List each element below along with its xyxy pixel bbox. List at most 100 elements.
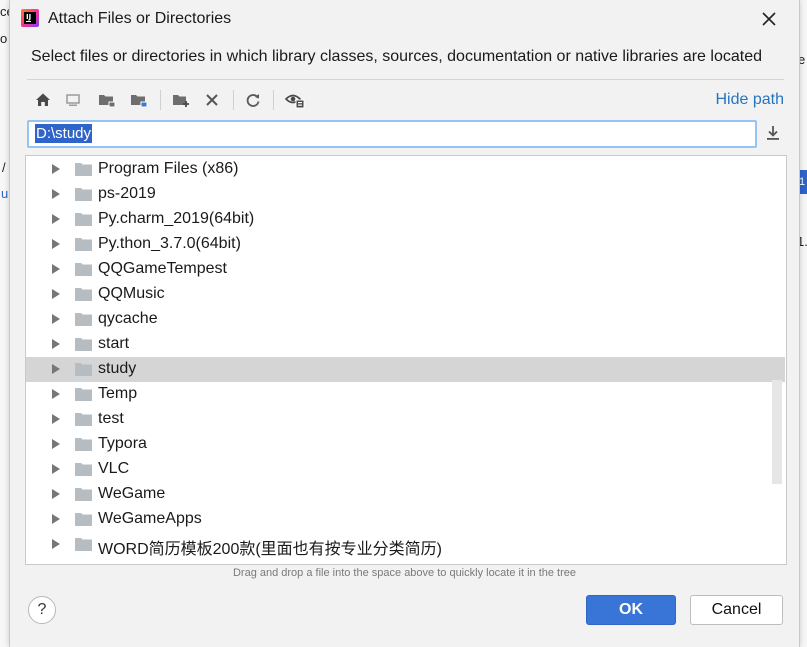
project-directory-button[interactable] xyxy=(95,88,119,112)
folder-icon xyxy=(75,313,92,326)
tree-item[interactable]: Program Files (x86) xyxy=(26,157,785,182)
tree-item[interactable]: qycache xyxy=(26,307,785,332)
expand-arrow-icon[interactable] xyxy=(52,314,60,324)
expand-arrow-icon[interactable] xyxy=(52,264,60,274)
show-hidden-icon xyxy=(285,94,305,109)
tree-item[interactable]: WeGameApps xyxy=(26,507,785,532)
tree-item[interactable]: WORD简历模板200款(里面也有按专业分类简历) xyxy=(26,532,785,558)
download-path-button[interactable] xyxy=(764,124,786,146)
tree-item[interactable]: Py.thon_3.7.0(64bit) xyxy=(26,232,785,257)
home-button[interactable] xyxy=(31,88,55,112)
tree-scrollbar-thumb[interactable] xyxy=(772,380,782,484)
path-input-value: D:\study xyxy=(35,124,93,143)
desktop-icon xyxy=(66,94,80,106)
tree-item-label: WORD简历模板200款(里面也有按专业分类简历) xyxy=(98,541,443,558)
toolbar-separator xyxy=(233,90,234,110)
background-text-fragment: / xyxy=(2,160,6,175)
folder-icon xyxy=(75,188,92,201)
expand-arrow-icon[interactable] xyxy=(52,339,60,349)
hide-path-link[interactable]: Hide path xyxy=(716,91,785,109)
tree-item-label: Py.thon_3.7.0(64bit) xyxy=(98,235,241,252)
tree-item-label: Program Files (x86) xyxy=(98,160,239,177)
expand-arrow-icon[interactable] xyxy=(52,364,60,374)
background-badge: 1 xyxy=(799,170,807,194)
close-icon xyxy=(762,12,776,26)
drag-drop-hint: Drag and drop a file into the space abov… xyxy=(232,567,577,579)
download-icon xyxy=(767,126,779,140)
title-bar[interactable]: IJ Attach Files or Directories xyxy=(10,0,799,38)
tree-item-label: Temp xyxy=(98,385,138,402)
tree-item-label: ps-2019 xyxy=(98,185,156,202)
refresh-button[interactable] xyxy=(241,88,265,112)
expand-arrow-icon[interactable] xyxy=(52,189,60,199)
tree-item-label: QQGameTempest xyxy=(98,260,227,277)
directory-tree[interactable]: Program Files (x86) ps-2019 Py.charm_2019(… xyxy=(25,155,787,565)
folder-icon xyxy=(75,213,92,226)
cancel-button[interactable]: Cancel xyxy=(690,595,783,625)
expand-arrow-icon[interactable] xyxy=(52,164,60,174)
dialog-title: Attach Files or Directories xyxy=(48,10,232,27)
folder-icon xyxy=(75,388,92,401)
expand-arrow-icon[interactable] xyxy=(52,239,60,249)
tree-item[interactable]: Typora xyxy=(26,432,785,457)
background-text-fragment: o xyxy=(0,31,8,46)
expand-arrow-icon[interactable] xyxy=(52,464,60,474)
folder-icon xyxy=(75,263,92,276)
refresh-icon xyxy=(246,94,260,107)
separator xyxy=(27,79,784,80)
expand-arrow-icon[interactable] xyxy=(52,414,60,424)
folder-icon xyxy=(75,538,92,551)
tree-item[interactable]: ps-2019 xyxy=(26,182,785,207)
close-button[interactable] xyxy=(758,8,780,30)
intellij-app-icon: IJ xyxy=(21,9,39,27)
tree-item-label: VLC xyxy=(98,460,130,477)
new-folder-icon xyxy=(173,95,189,107)
delete-button[interactable] xyxy=(200,88,224,112)
expand-arrow-icon[interactable] xyxy=(52,214,60,224)
folder-icon xyxy=(75,338,92,351)
folder-icon xyxy=(75,238,92,251)
desktop-button[interactable] xyxy=(61,88,85,112)
module-directory-button[interactable] xyxy=(127,88,151,112)
ok-button[interactable]: OK xyxy=(586,595,676,625)
tree-item-label: test xyxy=(98,410,124,427)
dialog-description: Select files or directories in which lib… xyxy=(31,48,762,65)
folder-icon xyxy=(75,413,92,426)
tree-item[interactable]: QQMusic xyxy=(26,282,785,307)
tree-item[interactable]: study xyxy=(26,357,785,382)
tree-item[interactable]: test xyxy=(26,407,785,432)
expand-arrow-icon[interactable] xyxy=(52,389,60,399)
expand-arrow-icon[interactable] xyxy=(52,514,60,524)
expand-arrow-icon[interactable] xyxy=(52,539,60,549)
help-button[interactable]: ? xyxy=(28,596,56,624)
folder-icon xyxy=(75,363,92,376)
tree-item[interactable]: QQGameTempest xyxy=(26,257,785,282)
toolbar-separator xyxy=(273,90,274,110)
tree-item-label: study xyxy=(98,360,137,377)
tree-item[interactable]: VLC xyxy=(26,457,785,482)
folder-icon xyxy=(75,463,92,476)
tree-item[interactable]: WeGame xyxy=(26,482,785,507)
folder-icon xyxy=(75,488,92,501)
expand-arrow-icon[interactable] xyxy=(52,439,60,449)
tree-item[interactable]: Py.charm_2019(64bit) xyxy=(26,207,785,232)
folder-icon xyxy=(75,288,92,301)
folder-icon xyxy=(75,163,92,176)
show-hidden-button[interactable] xyxy=(283,88,307,112)
tree-item[interactable]: Temp xyxy=(26,382,785,407)
tree-item[interactable]: start xyxy=(26,332,785,357)
tree-item-label: start xyxy=(98,335,130,352)
new-folder-button[interactable] xyxy=(169,88,193,112)
module-folder-icon xyxy=(131,95,148,108)
folder-icon xyxy=(75,513,92,526)
path-input[interactable]: D:\study xyxy=(27,120,757,148)
expand-arrow-icon[interactable] xyxy=(52,289,60,299)
home-icon xyxy=(36,93,50,106)
background-text-fragment: u xyxy=(1,186,9,201)
tree-item-label: WeGame xyxy=(98,485,166,502)
project-folder-icon xyxy=(99,95,116,108)
tree-item-label: Typora xyxy=(98,435,147,452)
expand-arrow-icon[interactable] xyxy=(52,489,60,499)
tree-item-label: QQMusic xyxy=(98,285,165,302)
tree-item-label: Py.charm_2019(64bit) xyxy=(98,210,255,227)
